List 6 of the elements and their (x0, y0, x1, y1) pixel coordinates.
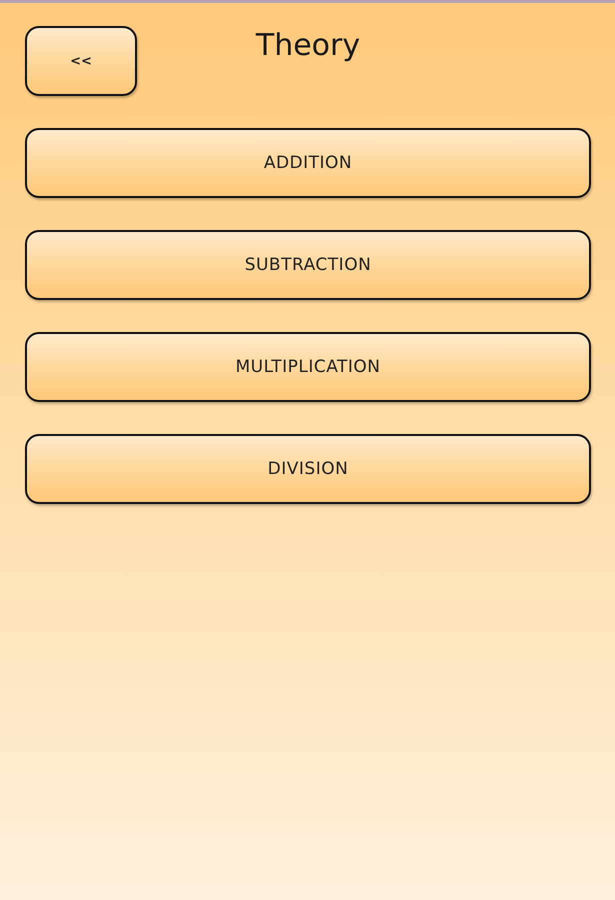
topic-button[interactable]: ADDITION (25, 128, 591, 198)
page-title: Theory (256, 28, 360, 63)
topic-button[interactable]: DIVISION (25, 434, 591, 504)
back-button[interactable]: << (25, 26, 137, 96)
topic-button[interactable]: SUBTRACTION (25, 230, 591, 300)
topic-button[interactable]: MULTIPLICATION (25, 332, 591, 402)
